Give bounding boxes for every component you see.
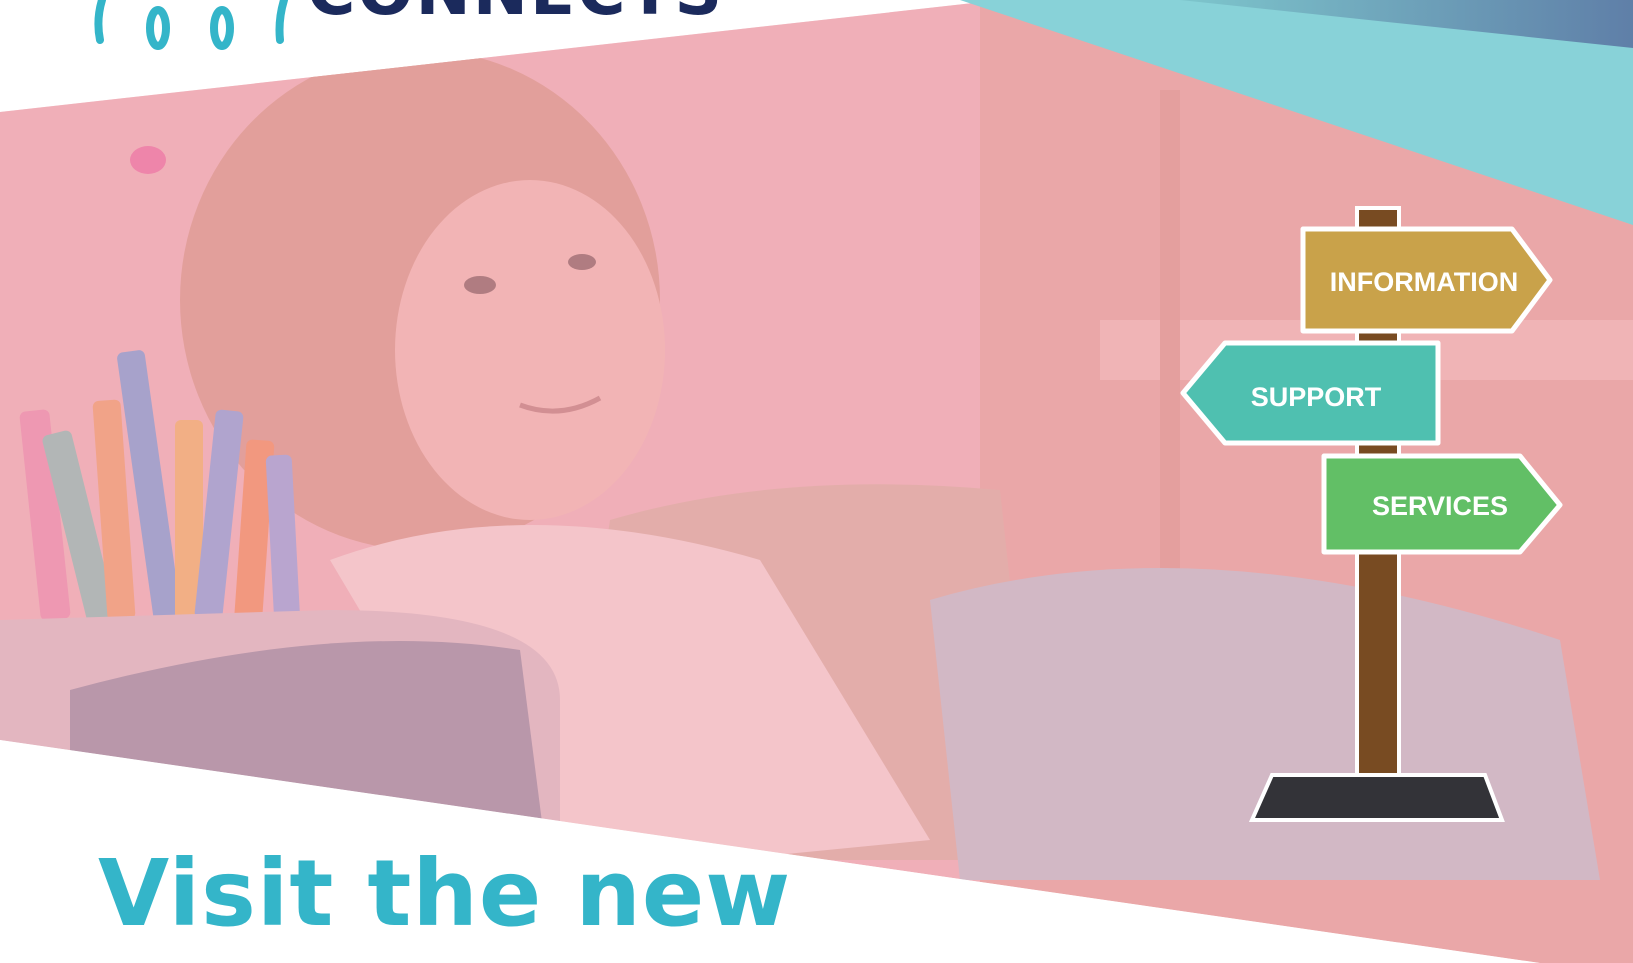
- people-figures-icon: [94, 0, 288, 50]
- sign-support-label: SUPPORT: [1251, 382, 1382, 412]
- logo: CONNECTS: [94, 0, 724, 50]
- headline: Visit the new: [98, 840, 792, 947]
- sign-information-label: INFORMATION: [1330, 267, 1518, 297]
- sign-services-label: SERVICES: [1372, 491, 1508, 521]
- signpost-base: [1248, 773, 1505, 822]
- poster-canvas: CONNECTS INFORMATION SUPPORT SERVICES: [0, 0, 1633, 963]
- sign-support: SUPPORT: [1180, 340, 1441, 446]
- logo-wordmark: CONNECTS: [307, 0, 724, 30]
- sign-services: SERVICES: [1321, 453, 1563, 555]
- sign-information: INFORMATION: [1300, 226, 1553, 334]
